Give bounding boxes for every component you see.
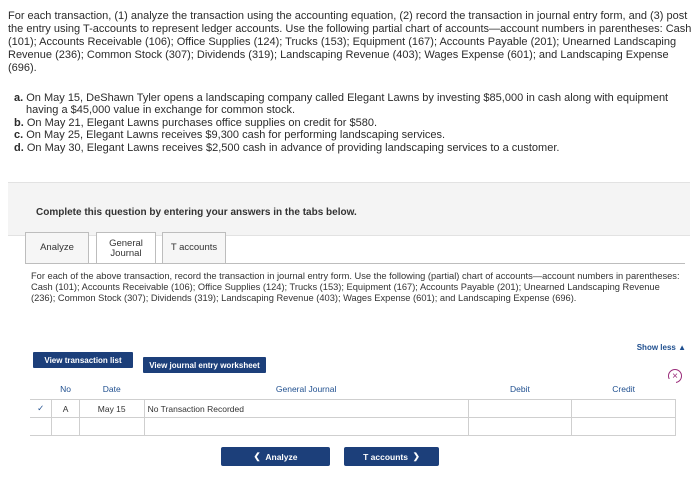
tab-general-journal[interactable]: General Journal — [96, 232, 156, 264]
empty-cell — [51, 417, 80, 436]
transaction-item-c: c. On May 25, Elegant Lawns receives $9,… — [14, 129, 694, 141]
check-column-header — [30, 379, 52, 400]
view-journal-entry-worksheet-button[interactable]: View journal entry worksheet — [143, 357, 266, 373]
tab-t-accounts[interactable]: T accounts — [162, 232, 226, 263]
chevron-right-icon: ❯ — [412, 451, 420, 461]
prev-analyze-label: Analyze — [265, 451, 298, 462]
row-account[interactable]: No Transaction Recorded — [143, 399, 469, 418]
complete-question-text: Complete this question by entering your … — [36, 207, 357, 218]
empty-cell — [30, 417, 53, 436]
item-text: On May 25, Elegant Lawns receives $9,300… — [26, 129, 446, 142]
date-column-header: Date — [79, 379, 145, 400]
item-letter: a. — [14, 92, 24, 104]
transaction-list: a. On May 15, DeShawn Tyler opens a land… — [14, 92, 694, 154]
row-credit[interactable] — [571, 399, 676, 418]
prev-analyze-button[interactable]: ❮ Analyze — [221, 447, 330, 466]
table-row[interactable]: ✓ A May 15 No Transaction Recorded — [30, 399, 676, 418]
empty-cell — [467, 417, 573, 436]
next-t-accounts-label: T accounts — [363, 451, 408, 462]
general-journal-column-header: General Journal — [144, 379, 469, 400]
table-header-row: No Date General Journal Debit Credit — [30, 379, 676, 400]
debit-column-header: Debit — [468, 379, 572, 400]
item-text: On May 21, Elegant Lawns purchases offic… — [26, 116, 378, 129]
instructions-text: For each transaction, (1) analyze the tr… — [8, 10, 692, 74]
empty-cell — [143, 417, 469, 436]
tab-analyze[interactable]: Analyze — [25, 232, 89, 263]
row-date[interactable]: May 15 — [78, 399, 145, 418]
item-text: On May 15, DeShawn Tyler opens a landsca… — [26, 92, 669, 117]
show-less-link[interactable]: Show less ▲ — [637, 343, 686, 352]
empty-cell — [78, 417, 145, 436]
transaction-item-a: a. On May 15, DeShawn Tyler opens a land… — [14, 92, 694, 117]
view-transaction-list-button[interactable]: View transaction list — [33, 352, 133, 368]
journal-table: No Date General Journal Debit Credit ✓ A… — [30, 379, 676, 436]
credit-column-header: Credit — [571, 379, 676, 400]
panel-instructions: For each of the above transaction, recor… — [31, 271, 680, 303]
show-less-label: Show less — [636, 343, 676, 352]
check-icon: ✓ — [30, 399, 53, 418]
transaction-item-b: b. On May 21, Elegant Lawns purchases of… — [14, 117, 694, 129]
no-column-header: No — [51, 379, 80, 400]
item-letter: c. — [14, 129, 24, 142]
next-t-accounts-button[interactable]: T accounts ❯ — [344, 447, 439, 466]
table-row — [30, 417, 676, 436]
row-no: A — [51, 399, 80, 418]
chevron-left-icon: ❮ — [253, 451, 261, 461]
row-debit[interactable] — [467, 399, 573, 418]
complete-question-banner: Complete this question by entering your … — [8, 182, 690, 236]
item-letter: d. — [14, 141, 24, 154]
transaction-item-d: d. On May 30, Elegant Lawns receives $2,… — [14, 142, 694, 154]
item-text: On May 30, Elegant Lawns receives $2,500… — [26, 141, 560, 154]
item-letter: b. — [14, 116, 24, 129]
empty-cell — [571, 417, 676, 436]
caret-up-icon: ▲ — [678, 343, 686, 352]
